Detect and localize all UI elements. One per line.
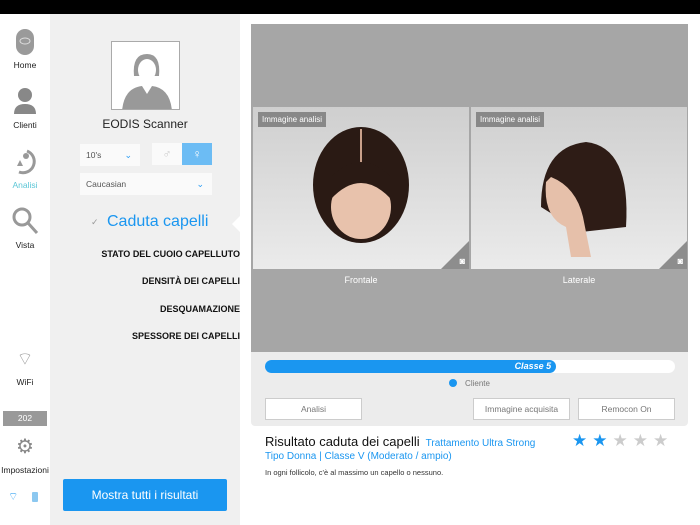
treatment-link[interactable]: Trattamento Ultra Strong [426,438,536,449]
client-icon [14,88,36,114]
analysis-icon [17,149,36,175]
control-panel: Classe 5 Cliente Analisi Immagine acquis… [251,352,688,426]
result-title-row: Risultato caduta dei capelli Trattamento … [265,434,535,449]
female-icon: ♀ [192,147,202,161]
nav-settings-label: Impostazioni [1,465,49,475]
camera-icon: ◙ [677,256,683,266]
nav-settings[interactable]: ⚙ Impostazioni [0,434,50,475]
panel-pointer [232,215,241,233]
nav-wifi-label: WiFi [16,377,34,387]
front-head-image [313,127,409,243]
status-bar [0,0,700,14]
nav-analysis[interactable]: Analisi [0,146,50,190]
star-icon: ★ [572,431,593,450]
sidebar-nav: Home Clienti Analisi Vista ⌔ WiFi 202 ⚙ … [0,14,50,525]
result-subtitle: Tipo Donna | Classe V (Moderato / ampio) [265,451,452,462]
star-icon: ★ [612,431,633,450]
device-counter: 202 [3,411,47,426]
nav-home-label: Home [13,60,37,70]
nav-view[interactable]: Vista [0,206,50,250]
male-toggle[interactable]: ♂ [152,143,182,165]
image-area: Immagine analisi ◙ Frontale Immagine ana… [251,24,688,352]
front-image[interactable]: Immagine analisi ◙ [253,107,469,269]
wifi-icon: ⌔ [16,349,34,369]
legend-dot [449,379,458,387]
progress-fill: Classe 5 [265,360,557,373]
nav-analysis-label: Analisi [12,180,38,190]
profile-name: EODIS Scanner [102,117,188,131]
nav-clients[interactable]: Clienti [0,86,50,130]
rating-stars: ★★★★★ [572,431,673,451]
nav-clients-label: Clienti [13,120,37,130]
male-icon: ♂ [162,147,172,161]
result-title: Risultato caduta dei capelli [265,434,420,449]
legend: Cliente [251,379,688,388]
menu-item-scalp[interactable]: STATO DEL CUOIO CAPELLUTO [101,249,240,259]
side-head-image [541,142,627,257]
analysis-button[interactable]: Analisi [265,398,362,420]
age-select[interactable]: 10's ⌄ [80,144,140,166]
class-progress-bar: Classe 5 [265,360,675,373]
female-toggle[interactable]: ♀ [182,143,212,165]
battery-icon [32,492,38,502]
wifi-status-icon: ⌔ [8,491,19,503]
nav-wifi[interactable]: ⌔ WiFi [0,348,50,387]
menu-item-density[interactable]: DENSITÀ DEI CAPELLI [142,276,240,286]
search-icon [12,207,39,235]
avatar [111,41,180,110]
chevron-down-icon: ⌄ [124,150,132,160]
star-icon: ★ [653,431,674,450]
image-tag: Immagine analisi [476,112,545,127]
nav-home[interactable]: Home [0,28,50,70]
menu-item-flaking[interactable]: DESQUAMAZIONE [160,304,240,314]
camera-icon: ◙ [459,256,465,266]
show-all-results-button[interactable]: Mostra tutti i risultati [63,479,227,511]
chevron-down-icon: ⌄ [196,179,204,189]
nav-view-label: Vista [15,240,35,250]
front-label: Frontale [344,275,378,285]
side-image[interactable]: Immagine analisi ◙ [471,107,687,269]
image-tag: Immagine analisi [258,112,327,127]
chevron-icon: ✓ [91,217,99,227]
ethnicity-value: Caucasian [86,179,127,189]
star-icon: ★ [592,431,613,450]
ethnicity-select[interactable]: Caucasian ⌄ [80,173,212,195]
legend-label: Cliente [465,379,490,388]
home-icon [16,29,34,55]
age-value: 10's [86,150,102,160]
star-icon: ★ [632,431,653,450]
result-description: In ogni follicolo, c'è al massimo un cap… [265,468,444,477]
side-label: Laterale [562,275,596,285]
gear-icon: ⚙ [16,436,34,458]
menu-title[interactable]: Caduta capelli [107,213,208,231]
menu-item-thickness[interactable]: SPESSORE DEI CAPELLI [132,331,240,341]
remocon-button[interactable]: Remocon On [578,398,675,420]
acquired-image-button[interactable]: Immagine acquisita [473,398,570,420]
